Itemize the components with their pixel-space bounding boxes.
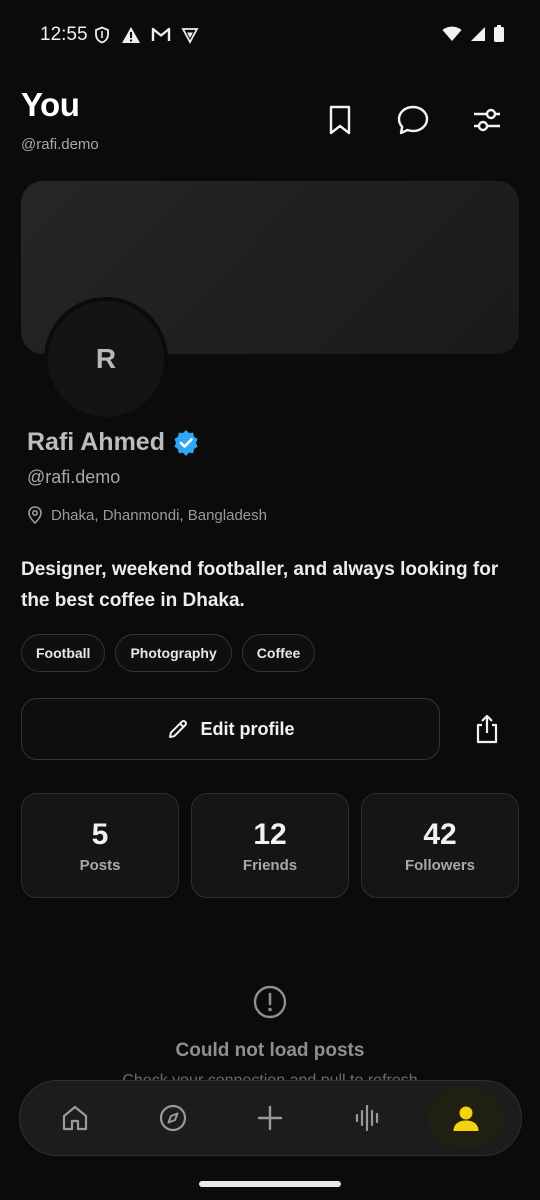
edit-profile-label: Edit profile: [200, 718, 295, 739]
tag-photography[interactable]: Photography: [115, 634, 232, 672]
stat-friends-label: Friends: [242, 857, 298, 874]
tag-coffee[interactable]: Coffee: [241, 634, 316, 672]
nav-profile[interactable]: [428, 1088, 505, 1148]
battery-icon: [494, 25, 504, 42]
display-name: Rafi Ahmed: [27, 428, 165, 456]
pencil-icon: [168, 720, 187, 738]
add-icon: [258, 1105, 283, 1131]
signal-icon: [471, 26, 485, 41]
stat-friends[interactable]: 12 Friends: [191, 793, 349, 898]
nav-explore[interactable]: [135, 1088, 211, 1148]
gesture-bar[interactable]: [199, 1181, 341, 1187]
display-name-row: Rafi Ahmed: [27, 428, 199, 457]
gmail-icon: [151, 27, 171, 41]
share-icon: [476, 714, 498, 744]
sliders-icon: [474, 108, 500, 132]
edit-profile-button[interactable]: Edit profile: [21, 698, 440, 760]
stat-posts-label: Posts: [79, 857, 121, 874]
stat-followers-label: Followers: [404, 857, 475, 874]
location-text: Dhaka, Dhanmondi, Bangladesh: [51, 506, 267, 524]
chat-icon: [397, 105, 429, 135]
status-notification-icons: [93, 26, 199, 44]
home-icon: [62, 1105, 87, 1131]
status-bar: 12:55: [0, 0, 540, 68]
nav-create[interactable]: [232, 1088, 308, 1148]
stat-followers[interactable]: 42 Followers: [361, 793, 519, 898]
vpn-icon: [181, 28, 199, 44]
username: @rafi.demo: [27, 467, 121, 487]
location-row: Dhaka, Dhanmondi, Bangladesh: [27, 506, 267, 524]
stat-followers-value: 42: [423, 818, 457, 851]
chat-button[interactable]: [395, 102, 431, 138]
header-handle: @rafi.demo: [21, 136, 99, 153]
stat-posts-value: 5: [91, 818, 109, 851]
bookmark-icon: [329, 105, 351, 135]
location-pin-icon: [28, 506, 42, 524]
warning-icon: [122, 27, 140, 43]
wifi-icon: [442, 26, 462, 41]
tag-football[interactable]: Football: [21, 634, 106, 672]
explore-icon: [159, 1104, 186, 1132]
profile-icon: [453, 1106, 479, 1131]
avatar-initial: R: [95, 343, 117, 374]
shield-icon: [95, 26, 109, 44]
profile-stats: 5 Posts 12 Friends 42 Followers: [21, 793, 519, 898]
status-system-icons: [442, 25, 504, 42]
bottom-navigation: [19, 1080, 522, 1156]
stat-posts[interactable]: 5 Posts: [21, 793, 179, 898]
bookmark-button[interactable]: [322, 102, 358, 138]
interest-tags: Football Photography Coffee: [21, 634, 316, 672]
share-button[interactable]: [467, 711, 507, 747]
page-title: You: [21, 86, 80, 123]
error-title: Could not load posts: [175, 1040, 365, 1061]
avatar[interactable]: R: [44, 297, 168, 421]
nav-audio[interactable]: [330, 1088, 406, 1148]
error-info-icon: [253, 985, 287, 1019]
audio-icon: [356, 1104, 379, 1132]
verified-badge-icon: [174, 429, 198, 456]
settings-button[interactable]: [469, 102, 505, 138]
profile-bio: Designer, weekend footballer, and always…: [21, 559, 499, 611]
stat-friends-value: 12: [253, 818, 287, 851]
status-time: 12:55: [40, 24, 88, 45]
nav-home[interactable]: [37, 1088, 113, 1148]
